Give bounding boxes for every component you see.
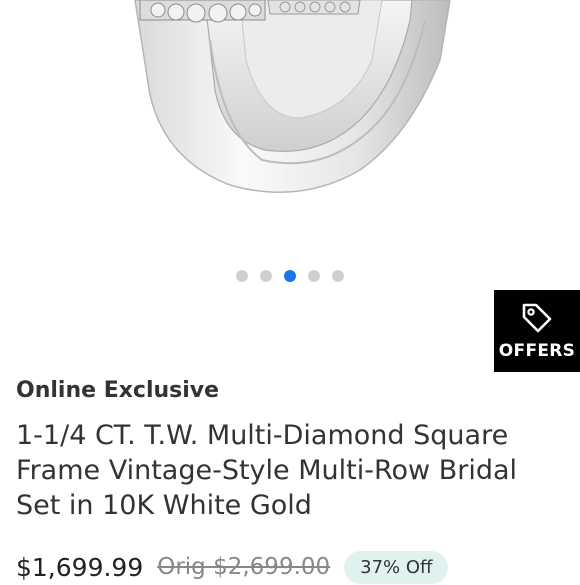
carousel-pagination	[0, 270, 580, 284]
product-title: 1-1/4 CT. T.W. Multi-Diamond Square Fram…	[16, 420, 518, 521]
sale-price: $1,699.99	[16, 552, 144, 582]
product-image[interactable]	[0, 0, 580, 250]
tag-icon	[522, 303, 552, 333]
carousel-dot[interactable]	[236, 270, 248, 282]
original-price: Orig $2,699.00	[157, 554, 331, 580]
discount-badge: 37% Off	[344, 550, 449, 584]
carousel-dot[interactable]	[260, 270, 272, 282]
carousel-dot[interactable]	[308, 270, 320, 282]
carousel-dot[interactable]	[332, 270, 344, 282]
offers-label: OFFERS	[498, 341, 576, 361]
online-exclusive-label: Online Exclusive	[16, 378, 220, 403]
offers-button[interactable]: OFFERS	[494, 290, 580, 372]
ring-image	[134, 0, 451, 193]
carousel-dot[interactable]	[284, 270, 296, 282]
